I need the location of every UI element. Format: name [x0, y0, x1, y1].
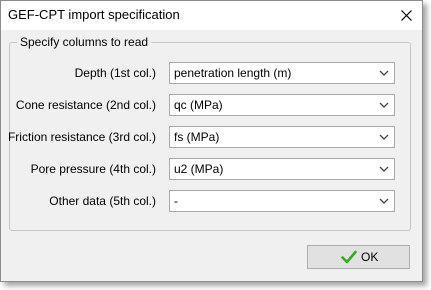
pore-pressure-select[interactable]: u2 (MPa) [169, 158, 395, 180]
other-data-label: Other data (5th col.) [49, 194, 156, 208]
close-button[interactable] [391, 1, 422, 30]
depth-select[interactable]: penetration length (m) [169, 62, 395, 84]
import-dialog: GEF-CPT import specification Specify col… [0, 0, 423, 282]
window-title: GEF-CPT import specification [8, 7, 180, 22]
depth-label: Depth (1st col.) [74, 66, 156, 80]
pore-pressure-select-value: u2 (MPa) [174, 162, 224, 176]
chevron-down-icon [379, 102, 389, 108]
ok-button-label: OK [361, 250, 379, 264]
cone-resistance-select[interactable]: qc (MPa) [169, 94, 395, 116]
ok-button[interactable]: OK [307, 245, 410, 269]
chevron-down-icon [379, 70, 389, 76]
friction-resistance-select[interactable]: fs (MPa) [169, 126, 395, 148]
chevron-down-icon [379, 198, 389, 204]
chevron-down-icon [379, 166, 389, 172]
depth-select-value: penetration length (m) [174, 66, 292, 80]
chevron-down-icon [379, 134, 389, 140]
cone-resistance-label: Cone resistance (2nd col.) [15, 98, 156, 112]
friction-resistance-label: Friction resistance (3rd col.) [7, 130, 156, 144]
pore-pressure-label: Pore pressure (4th col.) [30, 162, 156, 176]
groupbox-legend: Specify columns to read [17, 35, 152, 50]
close-icon [401, 10, 412, 21]
checkmark-icon [341, 250, 357, 264]
other-data-select[interactable]: - [169, 190, 395, 212]
title-bar[interactable]: GEF-CPT import specification [1, 1, 422, 30]
friction-resistance-select-value: fs (MPa) [174, 130, 220, 144]
cone-resistance-select-value: qc (MPa) [174, 98, 223, 112]
other-data-select-value: - [174, 194, 178, 208]
